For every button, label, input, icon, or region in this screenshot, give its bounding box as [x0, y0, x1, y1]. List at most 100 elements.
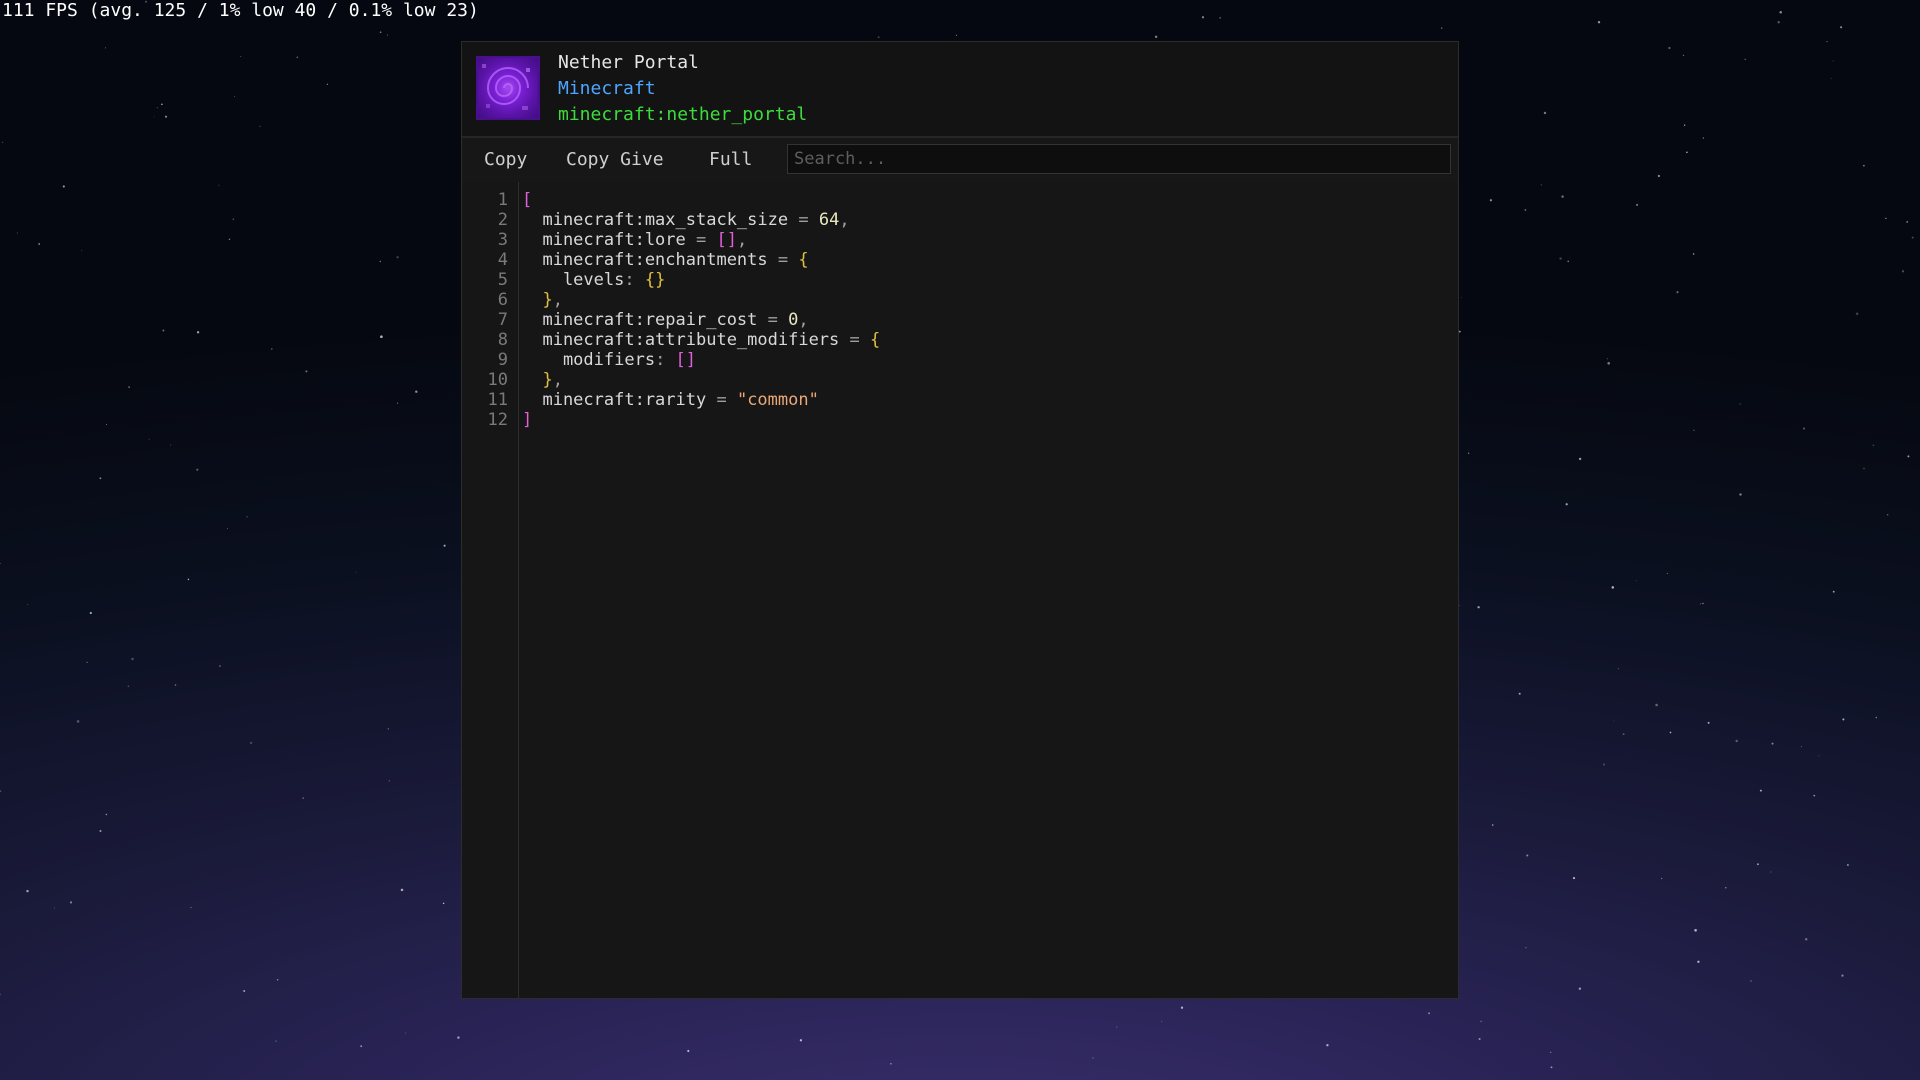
star [1655, 703, 1658, 707]
item-header: Nether Portal Minecraft minecraft:nether… [462, 42, 1458, 138]
code-token: , [552, 290, 563, 310]
star [1219, 17, 1222, 19]
star [187, 578, 190, 581]
star [1572, 877, 1576, 880]
star [457, 1036, 460, 1039]
star [81, 249, 83, 251]
star [1692, 253, 1695, 255]
star [1543, 111, 1547, 115]
star [296, 56, 299, 59]
star [190, 906, 192, 909]
star [1578, 457, 1582, 461]
code-line: minecraft:repair_cost = 0, [522, 310, 809, 330]
star [1676, 291, 1679, 294]
star [89, 611, 92, 615]
line-number: 3 [497, 230, 508, 250]
star [228, 238, 231, 241]
star [1770, 871, 1772, 873]
code-token: , [839, 210, 850, 230]
full-button[interactable]: Full [709, 146, 752, 174]
code-editor[interactable]: 1 2 3 4 5 6 7 8 9 10 11 12 [ minecraft:max_stack_si… [462, 182, 1458, 998]
copy-give-button[interactable]: Copy Give [566, 146, 664, 174]
star [170, 444, 172, 446]
code-token: = [757, 310, 789, 330]
star [1832, 590, 1835, 593]
code-token: } [522, 290, 553, 310]
code-token: , [798, 310, 809, 330]
code-line: minecraft:lore = [], [522, 230, 747, 250]
star [162, 329, 165, 332]
code-token: = [839, 330, 870, 350]
star [1840, 26, 1843, 29]
code-token: minecraft:enchantments [522, 250, 768, 270]
code-token: minecraft:max_stack_size [522, 210, 789, 230]
star [1526, 854, 1529, 857]
star [1154, 35, 1158, 38]
search-input[interactable] [787, 144, 1451, 174]
code-line: [ [522, 190, 532, 210]
star [26, 889, 29, 893]
star [1561, 195, 1564, 198]
toolbar: Copy Copy Give Full [462, 138, 1458, 184]
code-line: }, [522, 290, 563, 310]
star [1201, 16, 1205, 19]
star [1636, 203, 1639, 206]
star [1813, 794, 1816, 797]
star [1901, 270, 1905, 273]
star [1887, 514, 1889, 516]
star [397, 402, 399, 404]
star [174, 684, 177, 686]
code-token: minecraft:lore [522, 230, 686, 250]
code-line: }, [522, 370, 563, 390]
star [1826, 41, 1828, 43]
star [1668, 46, 1671, 50]
star [1907, 455, 1910, 458]
code-token: 64 [818, 210, 840, 230]
star [1842, 718, 1845, 721]
star [1467, 452, 1470, 454]
copy-button[interactable]: Copy [484, 146, 527, 174]
star [379, 31, 382, 34]
star [1841, 974, 1844, 977]
star [127, 685, 130, 687]
star [877, 36, 880, 39]
star [1161, 1020, 1163, 1022]
star [1802, 427, 1806, 430]
star [1683, 124, 1686, 126]
star [1707, 721, 1710, 724]
code-token: [] [675, 350, 697, 370]
star [1602, 763, 1606, 766]
star [196, 468, 199, 471]
code-line: minecraft:attribute_modifiers = { [522, 330, 880, 350]
star [86, 661, 88, 663]
code-token: [] [716, 230, 737, 250]
star [1744, 58, 1746, 61]
star [305, 370, 308, 373]
star [249, 741, 253, 745]
star [106, 423, 108, 425]
code-line: modifiers: [] [522, 350, 696, 370]
star [0, 993, 1, 996]
star [0, 790, 2, 792]
line-number: 11 [487, 390, 508, 410]
star [62, 185, 65, 188]
star [218, 665, 221, 668]
star [1669, 731, 1672, 734]
star [1635, 580, 1637, 582]
star [53, 907, 55, 909]
star [1779, 11, 1782, 14]
star [1540, 184, 1542, 186]
code-token: "common" [736, 390, 819, 410]
star [218, 184, 220, 186]
star [1818, 755, 1820, 757]
star [232, 218, 235, 220]
star [1525, 947, 1527, 949]
star [156, 107, 158, 109]
line-number: 10 [487, 370, 508, 390]
star [226, 528, 228, 529]
star [1756, 863, 1759, 866]
code-token: { [870, 330, 881, 350]
star [379, 260, 382, 263]
star [1, 141, 4, 144]
code-token: minecraft:rarity [522, 390, 707, 410]
